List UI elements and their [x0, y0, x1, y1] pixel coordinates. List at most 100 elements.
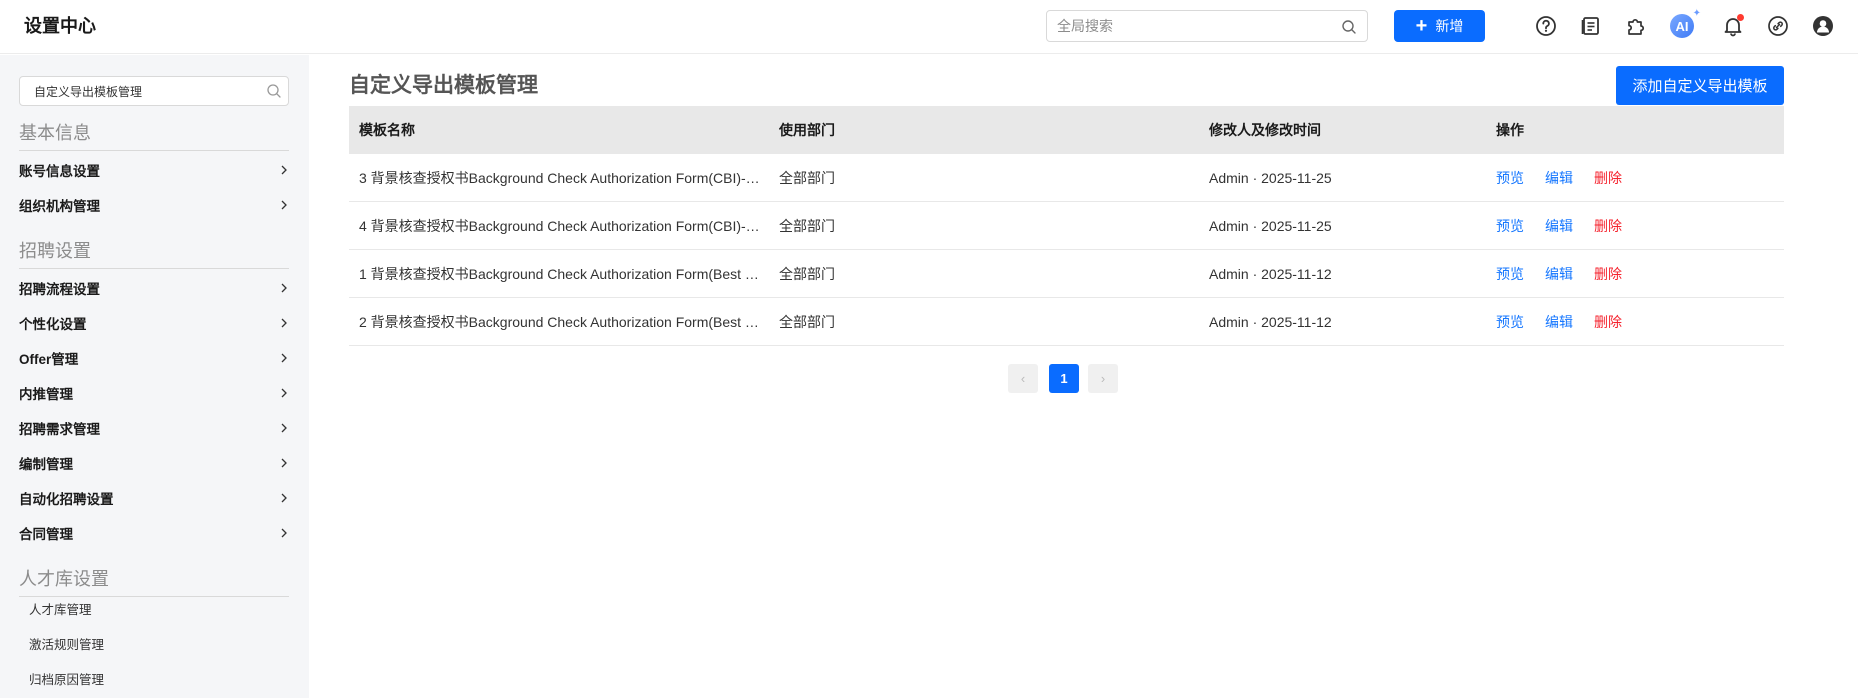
sidebar-item-headcount[interactable]: 编制管理	[19, 445, 289, 480]
row-actions: 预览 编辑 删除	[1496, 216, 1784, 236]
template-name: 2 背景核查授权书Background Check Authorization …	[359, 313, 759, 330]
prev-page-button[interactable]: ‹	[1008, 364, 1038, 393]
edit-link[interactable]: 编辑	[1545, 312, 1573, 332]
sidebar-item-personalize[interactable]: 个性化设置	[19, 305, 289, 340]
sidebar: 基本信息 账号信息设置 组织机构管理 招聘设置 招聘流程设置 个性化设置 Off…	[0, 55, 309, 698]
row-actions: 预览 编辑 删除	[1496, 264, 1784, 284]
table-row: 4 背景核查授权书Background Check Authorization …	[349, 202, 1784, 250]
notification-dot	[1737, 14, 1744, 21]
column-header-modified: 修改人及修改时间	[1209, 122, 1321, 138]
top-header: 设置中心 + 新增 AI✦	[0, 0, 1858, 54]
delete-link[interactable]: 删除	[1594, 216, 1622, 236]
template-table: 模板名称 使用部门 修改人及修改时间 操作 3 背景核查授权书Backgroun…	[349, 106, 1784, 346]
sidebar-search-box[interactable]	[19, 76, 289, 106]
sidebar-item-offer[interactable]: Offer管理	[19, 340, 289, 375]
chevron-right-icon	[281, 165, 287, 174]
chevron-right-icon	[281, 283, 287, 292]
row-actions: 预览 编辑 删除	[1496, 168, 1784, 188]
sidebar-item-account[interactable]: 账号信息设置	[19, 152, 289, 187]
section-title-talent: 人才库设置	[19, 567, 289, 597]
ai-icon[interactable]: AI ✦	[1669, 8, 1701, 39]
sidebar-item-org[interactable]: 组织机构管理	[19, 187, 289, 222]
add-template-button[interactable]: 添加自定义导出模板	[1616, 66, 1784, 105]
edit-link[interactable]: 编辑	[1545, 216, 1573, 236]
plus-icon: +	[1415, 15, 1428, 37]
delete-link[interactable]: 删除	[1594, 264, 1622, 284]
help-icon[interactable]	[1533, 13, 1559, 39]
table-row: 1 背景核查授权书Background Check Authorization …	[349, 250, 1784, 298]
section-title-recruit: 招聘设置	[19, 239, 289, 269]
sidebar-item-demand[interactable]: 招聘需求管理	[19, 410, 289, 445]
sidebar-item-label: 个性化设置	[19, 316, 87, 332]
sidebar-item-label: 组织机构管理	[19, 198, 100, 214]
chevron-right-icon	[281, 388, 287, 397]
next-page-button[interactable]: ›	[1088, 364, 1118, 393]
sidebar-item-recruit-flow[interactable]: 招聘流程设置	[19, 270, 289, 305]
template-name: 3 背景核查授权书Background Check Authorization …	[359, 169, 760, 186]
link-icon[interactable]	[1765, 13, 1791, 39]
template-dept: 全部部门	[779, 313, 835, 330]
template-modified: Admin · 2025-11-12	[1209, 265, 1332, 282]
new-button[interactable]: + 新增	[1394, 10, 1485, 42]
chevron-right-icon	[281, 318, 287, 327]
table-row: 2 背景核查授权书Background Check Authorization …	[349, 298, 1784, 346]
column-header-name: 模板名称	[359, 122, 415, 138]
template-dept: 全部部门	[779, 169, 835, 186]
puzzle-icon[interactable]	[1623, 13, 1649, 39]
template-dept: 全部部门	[779, 265, 835, 282]
chevron-right-icon	[281, 200, 287, 209]
delete-link[interactable]: 删除	[1594, 312, 1622, 332]
sidebar-subitem-archive[interactable]: 归档原因管理	[29, 671, 104, 689]
column-header-actions: 操作	[1496, 122, 1524, 138]
chevron-right-icon	[281, 423, 287, 432]
sidebar-item-label: 招聘需求管理	[19, 421, 100, 437]
preview-link[interactable]: 预览	[1496, 168, 1524, 188]
sidebar-item-referral[interactable]: 内推管理	[19, 375, 289, 410]
template-name: 1 背景核查授权书Background Check Authorization …	[359, 265, 759, 282]
table-header: 模板名称 使用部门 修改人及修改时间 操作	[349, 106, 1784, 154]
new-button-label: 新增	[1435, 18, 1464, 34]
bell-icon[interactable]	[1720, 13, 1746, 39]
sidebar-subitem-talent-pool[interactable]: 人才库管理	[29, 601, 92, 619]
edit-link[interactable]: 编辑	[1545, 168, 1573, 188]
chevron-right-icon	[281, 353, 287, 362]
search-icon[interactable]	[1341, 19, 1357, 35]
sparkle-icon: ✦	[1692, 8, 1701, 19]
table-row: 3 背景核查授权书Background Check Authorization …	[349, 154, 1784, 202]
template-modified: Admin · 2025-11-25	[1209, 169, 1332, 186]
section-title-basic: 基本信息	[19, 121, 289, 151]
template-dept: 全部部门	[779, 217, 835, 234]
chevron-right-icon	[281, 458, 287, 467]
global-search-input[interactable]	[1047, 11, 1317, 41]
sidebar-item-contract[interactable]: 合同管理	[19, 515, 289, 550]
sidebar-item-label: 合同管理	[19, 526, 73, 542]
page-title: 自定义导出模板管理	[349, 74, 538, 97]
sidebar-subitem-activation[interactable]: 激活规则管理	[29, 636, 104, 654]
template-name: 4 背景核查授权书Background Check Authorization …	[359, 217, 760, 234]
sidebar-item-automation[interactable]: 自动化招聘设置	[19, 480, 289, 515]
ai-label: AI	[1675, 18, 1689, 34]
document-icon[interactable]	[1578, 13, 1604, 39]
column-header-dept: 使用部门	[779, 122, 835, 138]
global-search-box[interactable]	[1046, 10, 1368, 42]
row-actions: 预览 编辑 删除	[1496, 312, 1784, 332]
sidebar-item-label: 编制管理	[19, 456, 73, 472]
preview-link[interactable]: 预览	[1496, 312, 1524, 332]
sidebar-item-label: 内推管理	[19, 386, 73, 402]
search-icon[interactable]	[266, 83, 282, 99]
chevron-right-icon	[281, 528, 287, 537]
preview-link[interactable]: 预览	[1496, 216, 1524, 236]
user-avatar-icon[interactable]	[1810, 13, 1836, 39]
chevron-right-icon	[281, 493, 287, 502]
delete-link[interactable]: 删除	[1594, 168, 1622, 188]
sidebar-item-label: 招聘流程设置	[19, 281, 100, 297]
sidebar-item-label: 账号信息设置	[19, 163, 100, 179]
edit-link[interactable]: 编辑	[1545, 264, 1573, 284]
preview-link[interactable]: 预览	[1496, 264, 1524, 284]
sidebar-item-label: 自动化招聘设置	[19, 491, 114, 507]
page-1-button[interactable]: 1	[1049, 364, 1079, 393]
template-modified: Admin · 2025-11-25	[1209, 217, 1332, 234]
sidebar-item-label: Offer管理	[19, 351, 79, 367]
sidebar-search-input[interactable]	[20, 77, 250, 105]
app-title: 设置中心	[24, 16, 96, 36]
